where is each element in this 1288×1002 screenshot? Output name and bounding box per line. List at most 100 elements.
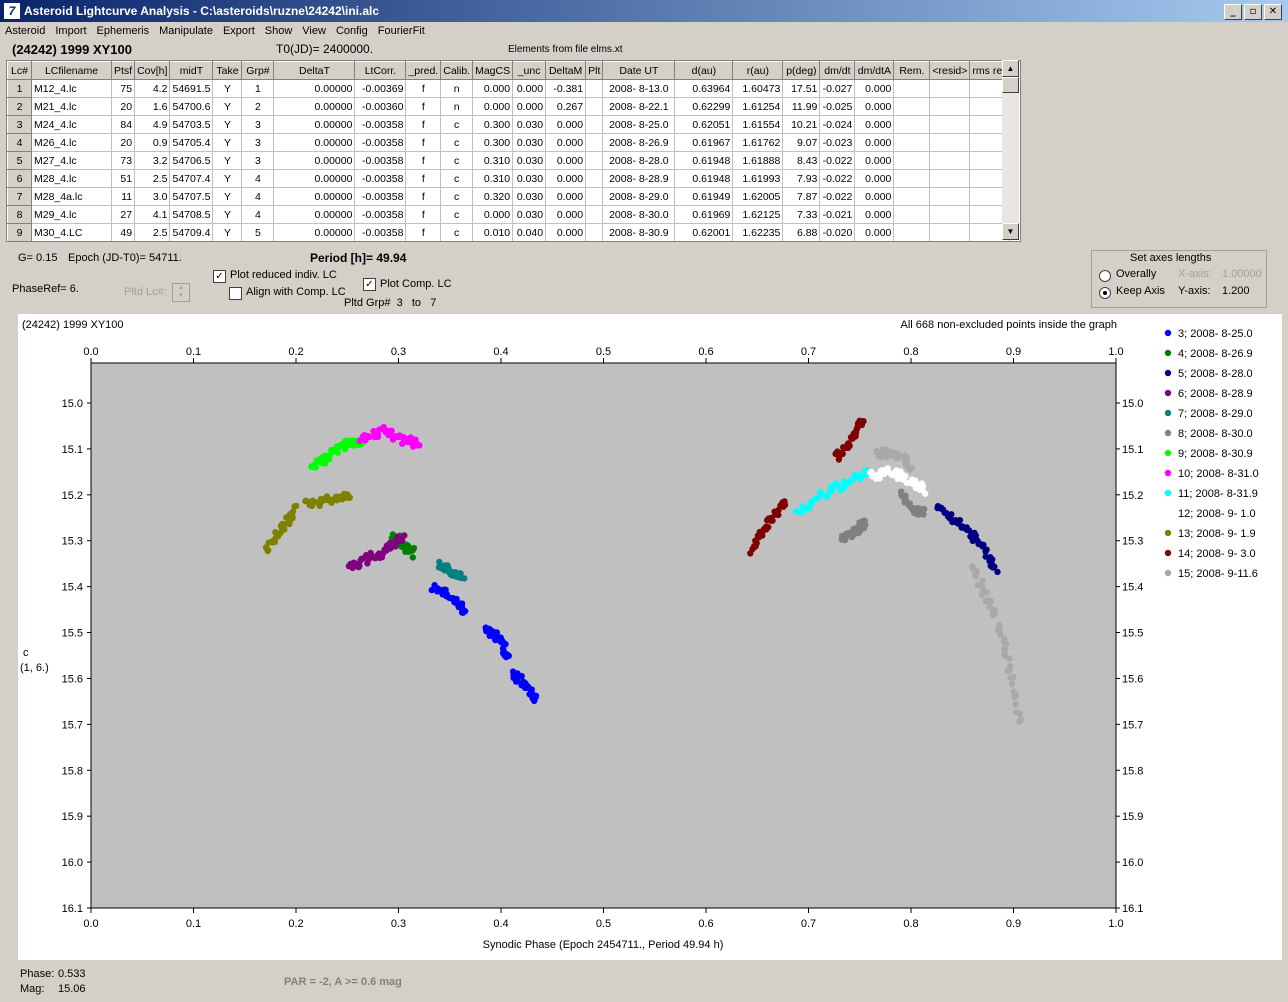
table-cell[interactable]: 2008- 8-29.0 [602, 187, 676, 206]
table-cell[interactable]: 0.61949 [674, 187, 734, 206]
table-cell[interactable]: M27_4.lc [31, 151, 112, 170]
table-cell[interactable]: 2008- 8-13.0 [602, 79, 676, 98]
row-number[interactable]: 2 [7, 97, 32, 116]
column-header[interactable]: d(au) [674, 61, 734, 80]
table-cell[interactable]: 6.88 [782, 223, 821, 241]
row-number[interactable]: 1 [7, 79, 32, 98]
table-cell[interactable]: -0.023 [819, 133, 856, 152]
table-cell[interactable]: 0.63964 [674, 79, 734, 98]
table-cell[interactable]: M21_4.lc [31, 97, 112, 116]
table-cell[interactable]: 1.61762 [732, 133, 784, 152]
table-cell[interactable]: 4.2 [134, 79, 171, 98]
table-row[interactable]: 8 M29_4.lc 27 4.1 54708.5 Y 4 0.00000 -0.00358 f c… [7, 205, 1011, 224]
table-cell[interactable]: 1.60473 [732, 79, 784, 98]
column-header[interactable]: Rem. [893, 61, 931, 80]
plot-reduced-checkbox[interactable]: ✓ [213, 270, 226, 283]
table-cell[interactable]: 3 [241, 133, 275, 152]
table-cell[interactable] [585, 169, 604, 188]
column-header[interactable]: _unc [512, 61, 547, 80]
table-cell[interactable]: 0.000 [854, 223, 895, 241]
table-cell[interactable]: -0.027 [819, 79, 856, 98]
align-comp-checkbox[interactable] [229, 287, 242, 300]
table-cell[interactable]: 0.9 [134, 133, 171, 152]
column-header[interactable]: Date UT [602, 61, 676, 80]
table-cell[interactable]: 0.000 [854, 97, 895, 116]
column-header[interactable]: Lc# [7, 61, 32, 80]
table-cell[interactable]: 0.62001 [674, 223, 734, 241]
table-cell[interactable]: 0.000 [545, 151, 587, 170]
table-cell[interactable]: 0.000 [854, 169, 895, 188]
row-number[interactable]: 6 [7, 169, 32, 188]
table-cell[interactable]: 2008- 8-25.0 [602, 115, 676, 134]
table-cell[interactable]: 4 [241, 205, 275, 224]
table-cell[interactable]: 1.6 [134, 97, 171, 116]
table-cell[interactable]: 54705.4 [169, 133, 214, 152]
table-cell[interactable]: 2008- 8-26.9 [602, 133, 676, 152]
row-number[interactable]: 5 [7, 151, 32, 170]
table-cell[interactable]: 0.00000 [273, 115, 356, 134]
menu-manipulate[interactable]: Manipulate [154, 22, 218, 41]
table-row[interactable]: 1 M12_4.lc 75 4.2 54691.5 Y 1 0.00000 -0.00369 f n… [7, 79, 1011, 98]
table-cell[interactable]: Y [212, 187, 243, 206]
table-cell[interactable] [585, 187, 604, 206]
table-cell[interactable]: 0.030 [512, 151, 547, 170]
table-cell[interactable] [893, 97, 931, 116]
close-button[interactable]: ✕ [1264, 4, 1282, 20]
table-cell[interactable]: -0.00358 [354, 223, 407, 241]
table-cell[interactable]: 0.000 [854, 151, 895, 170]
menu-ephemeris[interactable]: Ephemeris [92, 22, 155, 41]
lightcurve-plot[interactable]: (24242) 1999 XY100 All 668 non-excluded … [18, 314, 1282, 960]
table-cell[interactable] [893, 205, 931, 224]
table-cell[interactable]: M24_4.lc [31, 115, 112, 134]
table-cell[interactable]: c [440, 151, 474, 170]
overally-radio[interactable] [1099, 270, 1111, 282]
table-cell[interactable]: 0.310 [472, 151, 514, 170]
table-cell[interactable]: 0.000 [854, 115, 895, 134]
table-cell[interactable]: -0.00358 [354, 115, 407, 134]
table-cell[interactable]: 3 [241, 115, 275, 134]
table-cell[interactable]: 54707.5 [169, 187, 214, 206]
menu-show[interactable]: Show [260, 22, 298, 41]
table-cell[interactable]: n [440, 97, 474, 116]
column-header[interactable]: Cov[h] [134, 61, 171, 80]
table-cell[interactable]: M28_4a.lc [31, 187, 112, 206]
column-header[interactable]: Take [212, 61, 243, 80]
menu-import[interactable]: Import [50, 22, 91, 41]
table-cell[interactable]: -0.021 [819, 205, 856, 224]
table-cell[interactable]: -0.022 [819, 187, 856, 206]
table-cell[interactable]: 20 [111, 133, 136, 152]
table-cell[interactable] [893, 169, 931, 188]
table-cell[interactable]: 1.61888 [732, 151, 784, 170]
table-cell[interactable]: 0.00000 [273, 151, 356, 170]
table-cell[interactable]: 11.99 [782, 97, 821, 116]
keep-axis-radio[interactable] [1099, 287, 1111, 299]
table-cell[interactable]: 7.33 [782, 205, 821, 224]
table-cell[interactable]: c [440, 169, 474, 188]
table-cell[interactable]: f [405, 97, 442, 116]
table-cell[interactable]: f [405, 133, 442, 152]
table-cell[interactable] [893, 79, 931, 98]
table-cell[interactable]: f [405, 205, 442, 224]
table-cell[interactable]: Y [212, 115, 243, 134]
table-cell[interactable]: 1.62235 [732, 223, 784, 241]
table-cell[interactable]: 0.300 [472, 115, 514, 134]
table-cell[interactable]: 54706.5 [169, 151, 214, 170]
column-header[interactable]: Grp# [241, 61, 275, 80]
menu-asteroid[interactable]: Asteroid [0, 22, 50, 41]
table-cell[interactable]: 0.030 [512, 205, 547, 224]
table-cell[interactable]: 54707.4 [169, 169, 214, 188]
table-cell[interactable]: 0.030 [512, 187, 547, 206]
table-cell[interactable] [929, 187, 971, 206]
table-cell[interactable]: 54708.5 [169, 205, 214, 224]
table-row[interactable]: 9 M30_4.LC 49 2.5 54709.4 Y 5 0.00000 -0.00358 f c… [7, 223, 1011, 241]
table-cell[interactable]: 2.5 [134, 223, 171, 241]
menu-view[interactable]: View [297, 22, 331, 41]
table-cell[interactable]: M26_4.lc [31, 133, 112, 152]
table-cell[interactable]: n [440, 79, 474, 98]
plot-area[interactable] [90, 362, 1117, 909]
table-cell[interactable]: c [440, 187, 474, 206]
table-cell[interactable]: 0.267 [545, 97, 587, 116]
table-cell[interactable]: 2008- 8-30.9 [602, 223, 676, 241]
table-cell[interactable]: 0.010 [472, 223, 514, 241]
table-scrollbar[interactable]: ▲ ▼ [1002, 60, 1019, 240]
